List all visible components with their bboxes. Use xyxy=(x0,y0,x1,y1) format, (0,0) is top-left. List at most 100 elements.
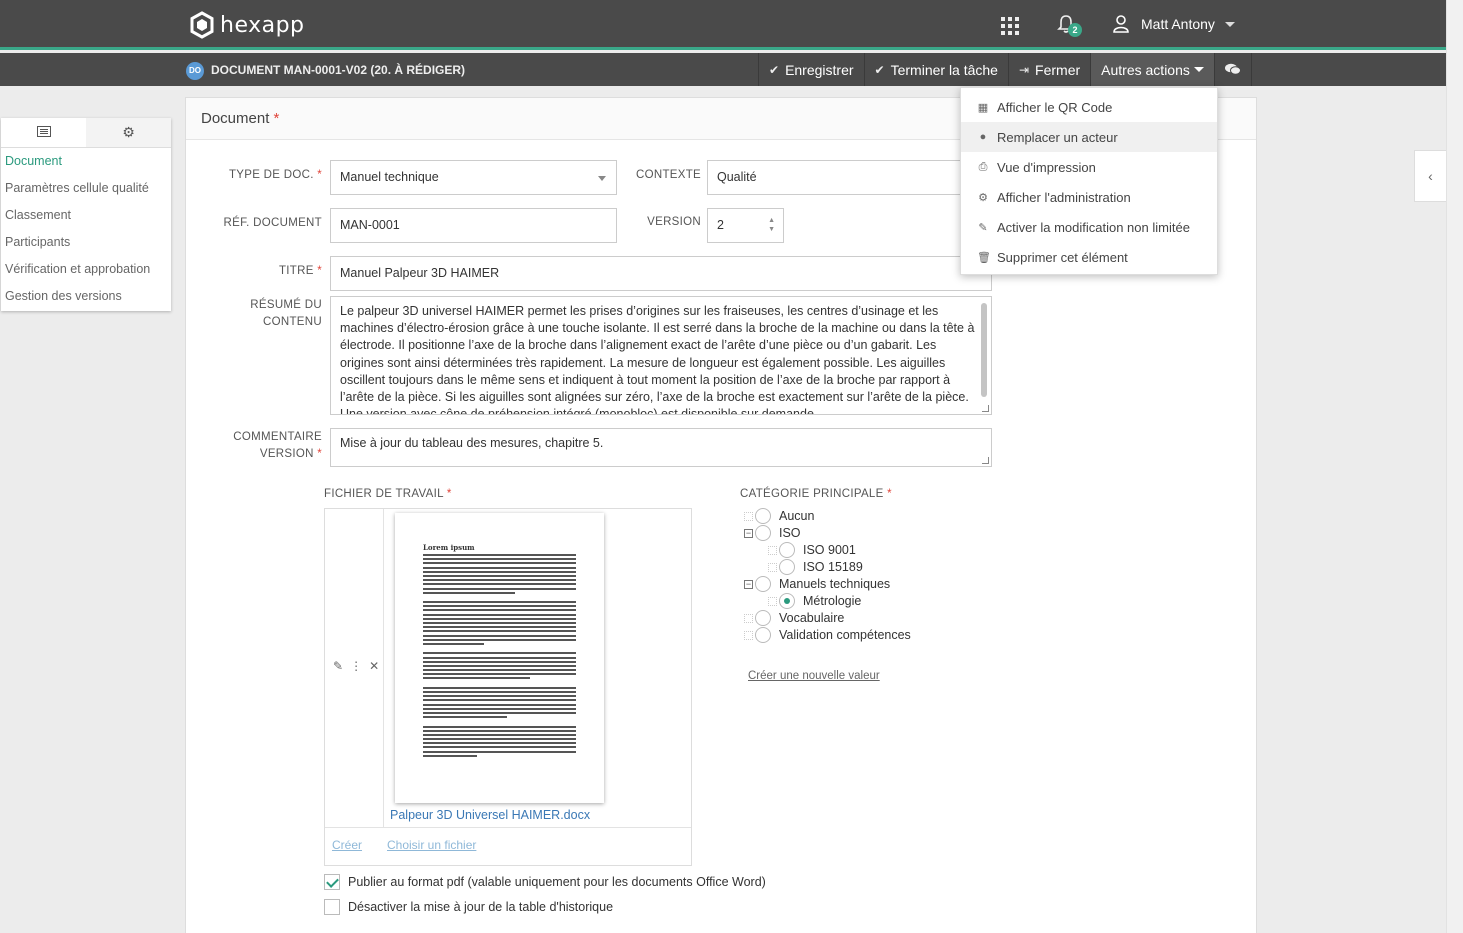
choose-file-link[interactable]: Choisir un fichier xyxy=(387,838,476,852)
document-toolbar: DO DOCUMENT MAN-0001-V02 (20. À RÉDIGER)… xyxy=(0,53,1446,86)
required-marker: * xyxy=(317,265,322,277)
radio-button[interactable] xyxy=(755,627,771,643)
summary-value: Le palpeur 3D universel HAIMER permet le… xyxy=(340,304,975,415)
radio-button[interactable] xyxy=(755,576,771,592)
reference-label: RÉF. DOCUMENT xyxy=(223,217,322,229)
save-button[interactable]: ✔ Enregistrer xyxy=(758,53,864,86)
radio-button[interactable] xyxy=(779,542,795,558)
publish-pdf-option[interactable]: Publier au format pdf (valable uniquemen… xyxy=(324,874,766,890)
tree-node-none[interactable]: Aucun xyxy=(755,508,814,524)
check-icon: ✔ xyxy=(874,62,885,77)
gear-icon: ⚙ xyxy=(122,124,135,140)
app-logo[interactable]: hexapp xyxy=(190,11,305,39)
summary-label-line2: CONTENU xyxy=(263,316,322,328)
more-vertical-icon[interactable]: ⋮ xyxy=(350,659,362,673)
apps-grid-icon[interactable] xyxy=(1001,17,1019,35)
sidebar-item-document[interactable]: Document xyxy=(1,148,171,175)
sidebar-item-classification[interactable]: Classement xyxy=(1,202,171,229)
resize-handle-icon[interactable] xyxy=(982,405,989,412)
version-comment-label-line2: VERSION xyxy=(259,448,314,460)
pencil-icon[interactable]: ✎ xyxy=(333,659,343,673)
right-panel-toggle[interactable]: ‹ xyxy=(1414,150,1446,202)
tree-node-label: ISO xyxy=(779,526,801,540)
finish-task-button[interactable]: ✔ Terminer la tâche xyxy=(863,53,1008,86)
tree-node-iso-9001[interactable]: ISO 9001 xyxy=(779,542,856,558)
tree-node-label: Vocabulaire xyxy=(779,611,845,625)
user-name: Matt Antony xyxy=(1141,16,1215,32)
version-comment-label: COMMENTAIRE VERSION * xyxy=(206,429,322,463)
preview-heading: Lorem ipsum xyxy=(423,543,475,552)
gear-icon: ⚙ xyxy=(978,191,988,204)
menu-item-replace-actor[interactable]: ● Remplacer un acteur xyxy=(961,122,1217,152)
user-menu[interactable]: Matt Antony xyxy=(1113,15,1235,33)
radio-button[interactable] xyxy=(755,525,771,541)
sidebar: ⚙ Document Paramètres cellule qualité Cl… xyxy=(1,118,171,311)
title-input[interactable]: Manuel Palpeur 3D HAIMER xyxy=(330,256,992,291)
radio-button[interactable] xyxy=(755,610,771,626)
tree-node-vocabulary[interactable]: Vocabulaire xyxy=(755,610,844,626)
menu-item-print-view[interactable]: ⎙ Vue d'impression xyxy=(961,152,1217,182)
radio-button[interactable] xyxy=(779,559,795,575)
required-marker: * xyxy=(317,448,322,460)
section-title: Document xyxy=(201,110,270,127)
sidebar-item-version-management[interactable]: Gestion des versions xyxy=(1,283,171,310)
page-scrollbar[interactable] xyxy=(1446,0,1463,933)
tree-connector xyxy=(768,563,777,572)
tree-node-skills-validation[interactable]: Validation compétences xyxy=(755,627,911,643)
doc-type-label: TYPE DE DOC. * xyxy=(206,167,322,184)
tab-sections[interactable] xyxy=(1,118,86,147)
preview-text-lines xyxy=(423,554,576,757)
context-select[interactable]: Qualité xyxy=(707,160,973,195)
create-file-link[interactable]: Créer xyxy=(332,838,362,852)
main-category-label-text: CATÉGORIE PRINCIPALE xyxy=(740,488,884,500)
radio-button-selected[interactable] xyxy=(779,593,795,609)
divider xyxy=(383,509,384,827)
notification-count-badge: 2 xyxy=(1068,23,1082,37)
tree-node-metrology[interactable]: Métrologie xyxy=(779,593,861,609)
close-button[interactable]: ⇥ Fermer xyxy=(1007,53,1090,86)
version-comment-textarea[interactable]: Mise à jour du tableau des mesures, chap… xyxy=(330,428,992,467)
collapse-icon[interactable]: − xyxy=(744,580,753,589)
other-actions-button[interactable]: Autres actions xyxy=(1090,53,1214,86)
menu-item-show-admin[interactable]: ⚙ Afficher l'administration xyxy=(961,182,1217,212)
version-stepper[interactable]: 2 ▲ ▼ xyxy=(707,208,784,243)
tab-settings[interactable]: ⚙ xyxy=(86,118,171,147)
tree-node-label: Manuels techniques xyxy=(779,577,891,591)
collapse-icon[interactable]: − xyxy=(744,529,753,538)
hexagon-logo-icon xyxy=(190,11,214,39)
reference-input[interactable]: MAN-0001 xyxy=(330,208,617,243)
menu-item-label: Activer la modification non limitée xyxy=(997,219,1190,235)
tree-node-label: Validation compétences xyxy=(779,628,911,642)
other-actions-button-label: Autres actions xyxy=(1101,61,1190,78)
spinner-arrows-icon[interactable]: ▲ ▼ xyxy=(768,216,775,234)
publish-pdf-checkbox[interactable] xyxy=(324,874,340,890)
comments-button[interactable] xyxy=(1213,53,1252,86)
close-icon[interactable]: ✕ xyxy=(369,659,379,673)
doc-type-value: Manuel technique xyxy=(340,170,439,184)
sidebar-item-verification-approval[interactable]: Vérification et approbation xyxy=(1,256,171,283)
radio-button[interactable] xyxy=(755,508,771,524)
document-preview[interactable]: Lorem ipsum xyxy=(395,513,604,803)
summary-textarea[interactable]: Le palpeur 3D universel HAIMER permet le… xyxy=(330,296,992,415)
context-value: Qualité xyxy=(717,170,757,184)
file-name-link[interactable]: Palpeur 3D Universel HAIMER.docx xyxy=(390,808,590,822)
disable-history-option[interactable]: Désactiver la mise à jour de la table d'… xyxy=(324,899,613,915)
app-name: hexapp xyxy=(220,12,305,38)
menu-item-enable-unlimited-edit[interactable]: ✎ Activer la modification non limitée xyxy=(961,212,1217,242)
version-comment-label-line1: COMMENTAIRE xyxy=(233,431,322,443)
title-label-text: TITRE xyxy=(278,265,314,277)
menu-item-show-qr-code[interactable]: ▦ Afficher le QR Code xyxy=(961,92,1217,122)
create-new-value-link[interactable]: Créer une nouvelle valeur xyxy=(748,670,880,682)
doc-type-select[interactable]: Manuel technique xyxy=(330,160,617,195)
work-file-box: ✎ ⋮ ✕ Lorem ipsum Palpeur 3D Universel H… xyxy=(324,508,692,866)
resize-handle-icon[interactable] xyxy=(982,457,989,464)
menu-item-delete[interactable]: 🗑 Supprimer cet élément xyxy=(961,242,1217,272)
sidebar-item-participants[interactable]: Participants xyxy=(1,229,171,256)
sidebar-item-quality-cell-settings[interactable]: Paramètres cellule qualité xyxy=(1,175,171,202)
tree-node-iso-15189[interactable]: ISO 15189 xyxy=(779,559,863,575)
tree-node-iso[interactable]: ISO xyxy=(755,525,801,541)
finish-task-button-label: Terminer la tâche xyxy=(890,61,998,78)
disable-history-checkbox[interactable] xyxy=(324,899,340,915)
textarea-scrollbar[interactable] xyxy=(981,303,987,397)
tree-node-technical-manuals[interactable]: Manuels techniques xyxy=(755,576,890,592)
